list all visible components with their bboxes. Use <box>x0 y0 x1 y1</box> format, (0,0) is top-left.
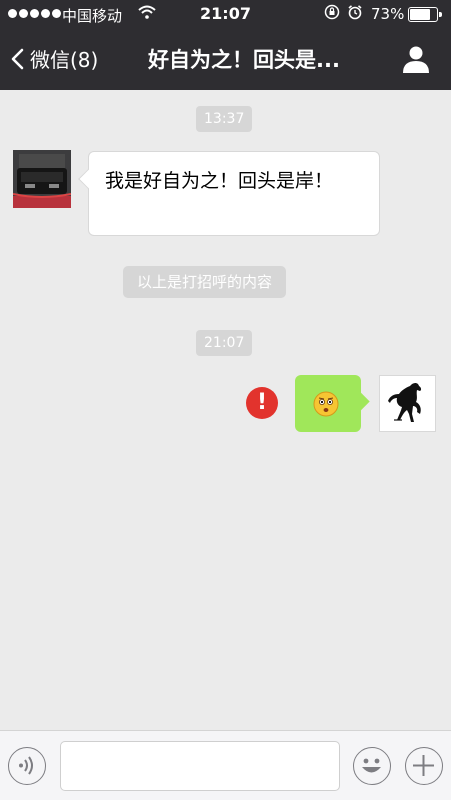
my-avatar[interactable] <box>379 375 436 432</box>
chat-title: 好自为之！回头是... <box>148 48 340 72</box>
surprised-face-icon <box>313 391 339 417</box>
emoji-button[interactable] <box>353 747 391 785</box>
outgoing-message-bubble[interactable] <box>295 375 370 432</box>
top-bar: 中国移动 21:07 73% 微信(8) 好自为之！回头是... <box>0 0 451 90</box>
back-label: 微信(8) <box>30 48 99 72</box>
rotation-lock-icon <box>324 4 340 24</box>
more-button[interactable] <box>405 747 443 785</box>
exclamation-icon[interactable]: ! <box>246 387 278 419</box>
message-input[interactable] <box>60 741 340 791</box>
input-bar <box>0 730 451 800</box>
timestamp-pill: 13:37 <box>196 106 253 132</box>
alarm-icon <box>347 4 363 24</box>
status-bar: 中国移动 21:07 73% <box>0 0 451 30</box>
battery-icon <box>408 7 442 22</box>
back-button[interactable]: 微信(8) <box>10 44 98 73</box>
incoming-message-bubble[interactable]: 我是好自为之！回头是岸！ <box>78 151 380 236</box>
plus-icon <box>413 755 434 776</box>
chevron-left-icon <box>11 48 24 69</box>
system-notice: 以上是打招呼的内容 <box>123 266 287 298</box>
person-icon <box>403 46 429 73</box>
battery-percent: 73% <box>371 5 405 23</box>
contact-avatar[interactable] <box>13 150 71 208</box>
voice-icon <box>19 756 33 775</box>
smiley-icon <box>362 758 381 773</box>
chat-info-button[interactable] <box>401 44 431 74</box>
voice-button[interactable] <box>8 747 46 785</box>
incoming-message-text: 我是好自为之！回头是岸！ <box>105 170 334 192</box>
timestamp-pill: 21:07 <box>196 330 253 356</box>
